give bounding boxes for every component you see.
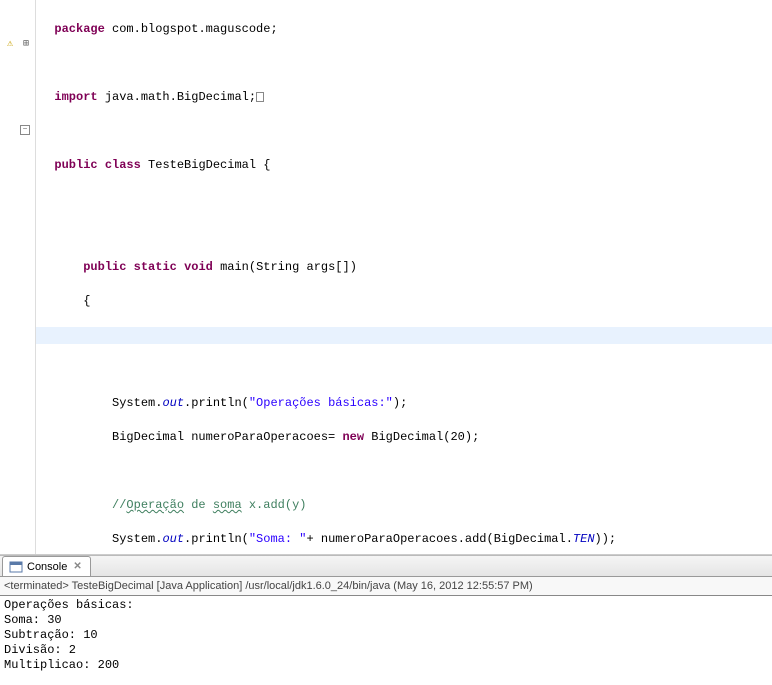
editor-gutter: ⚠ ⊞ − xyxy=(0,0,36,554)
brace-open: { xyxy=(83,294,90,308)
code-area[interactable]: package com.blogspot.maguscode; import j… xyxy=(36,0,772,554)
field-ten: TEN xyxy=(573,532,595,546)
string-literal: "Soma: " xyxy=(249,532,307,546)
import-name: java.math.BigDecimal; xyxy=(98,90,256,104)
code-text: .println( xyxy=(184,396,249,410)
code-text: + numeroParaOperacoes.add(BigDecimal. xyxy=(306,532,572,546)
keyword-import: import xyxy=(54,90,97,104)
comment: de xyxy=(184,498,213,512)
keyword-package: package xyxy=(54,22,104,36)
console-icon xyxy=(9,561,23,573)
code-text: ); xyxy=(393,396,407,410)
code-text: System. xyxy=(112,396,162,410)
code-text: )); xyxy=(595,532,617,546)
keyword-void: void xyxy=(184,260,213,274)
keyword-public: public xyxy=(83,260,126,274)
keyword-new: new xyxy=(342,430,364,444)
comment: soma xyxy=(213,498,242,512)
console-tab[interactable]: Console ✕ xyxy=(2,556,91,576)
console-tabbar: Console ✕ xyxy=(0,555,772,577)
comment: // xyxy=(112,498,126,512)
string-literal: "Operações básicas:" xyxy=(249,396,393,410)
collapsed-imports-icon[interactable] xyxy=(256,92,264,102)
code-text: BigDecimal(20); xyxy=(364,430,479,444)
code-text: BigDecimal numeroParaOperacoes= xyxy=(112,430,342,444)
console-status: <terminated> TesteBigDecimal [Java Appli… xyxy=(0,577,772,596)
current-line xyxy=(36,327,772,344)
field-out: out xyxy=(162,396,184,410)
console-output[interactable]: Operações básicas: Soma: 30 Subtração: 1… xyxy=(0,596,772,685)
keyword-public: public xyxy=(54,158,97,172)
package-name: com.blogspot.maguscode; xyxy=(105,22,278,36)
keyword-static: static xyxy=(134,260,177,274)
code-text: System. xyxy=(112,532,162,546)
console-tab-label: Console xyxy=(27,561,67,573)
fold-icon[interactable]: − xyxy=(20,125,30,135)
console-panel: Console ✕ <terminated> TesteBigDecimal [… xyxy=(0,555,772,685)
code-editor[interactable]: ⚠ ⊞ − package com.blogspot.maguscode; im… xyxy=(0,0,772,555)
expand-icon[interactable]: ⊞ xyxy=(18,38,34,52)
comment: Operação xyxy=(126,498,184,512)
main-signature: main(String args[]) xyxy=(213,260,357,274)
code-text: .println( xyxy=(184,532,249,546)
keyword-class: class xyxy=(105,158,141,172)
field-out: out xyxy=(162,532,184,546)
close-icon[interactable]: ✕ xyxy=(71,561,83,572)
comment: x.add(y) xyxy=(242,498,307,512)
class-name: TesteBigDecimal { xyxy=(141,158,271,172)
warning-icon: ⚠ xyxy=(2,38,18,52)
